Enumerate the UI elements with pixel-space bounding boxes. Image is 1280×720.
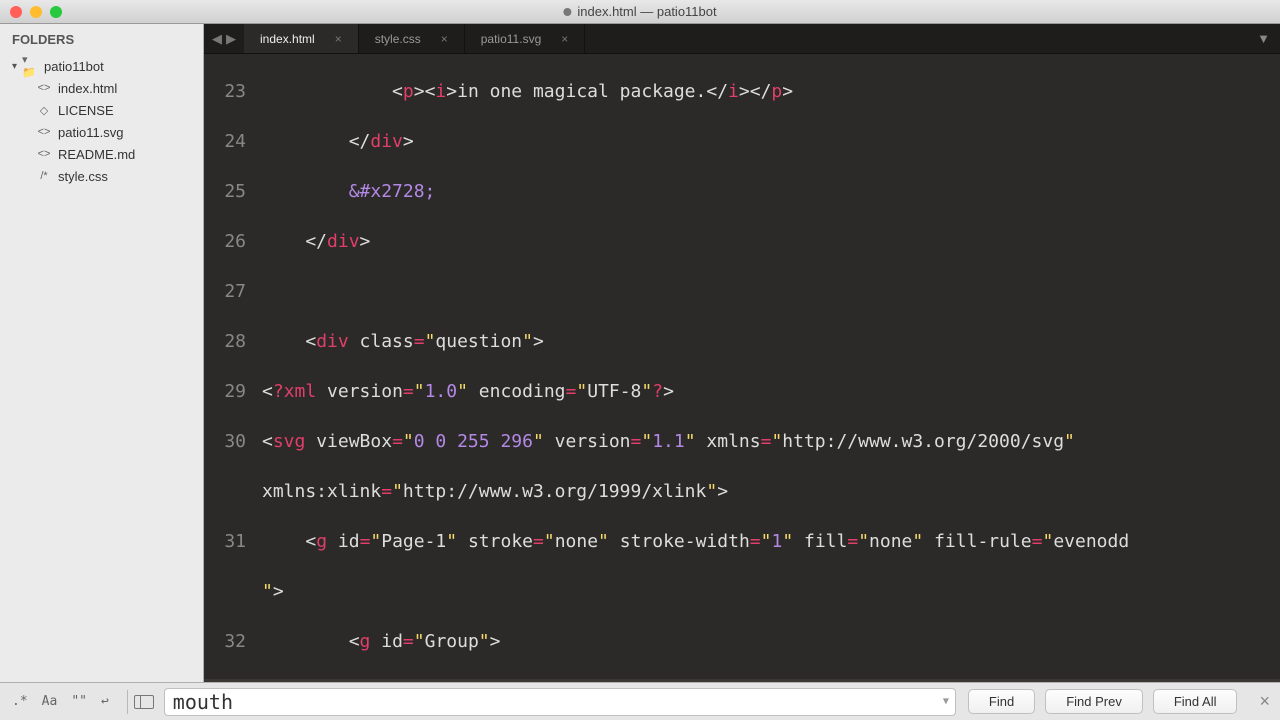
file-item[interactable]: /*style.css (0, 165, 203, 187)
folder-icon: ▾📁 (22, 53, 38, 79)
file-icon: <> (36, 148, 52, 160)
tab-style-css[interactable]: style.css× (359, 24, 465, 53)
code-content[interactable]: 23 <p><i>in one magical package.</i></p>… (204, 54, 1280, 682)
line-number: 32 (204, 629, 258, 654)
minimize-window-button[interactable] (30, 6, 42, 18)
find-buttons: Find Find Prev Find All (956, 689, 1250, 714)
file-item[interactable]: <>README.md (0, 143, 203, 165)
file-icon: <> (36, 126, 52, 138)
dirty-indicator-icon (563, 8, 571, 16)
file-item[interactable]: ◇LICENSE (0, 99, 203, 121)
line-number: 28 (204, 329, 258, 354)
editor-pane: ◀ ▶ index.html× style.css× patio11.svg× … (204, 24, 1280, 682)
file-tree: ▾ ▾📁 patio11bot <>index.html ◇LICENSE <>… (0, 55, 203, 682)
file-item[interactable]: <>index.html (0, 77, 203, 99)
tab-history-nav: ◀ ▶ (204, 24, 244, 53)
divider (127, 690, 128, 714)
line-number: 30 (204, 429, 258, 454)
find-button[interactable]: Find (968, 689, 1035, 714)
find-all-button[interactable]: Find All (1153, 689, 1238, 714)
disclosure-arrow-icon[interactable]: ▾ (12, 61, 22, 72)
tab-overflow-icon[interactable]: ▼ (1247, 24, 1280, 53)
folders-header: FOLDERS (0, 24, 203, 55)
editor-window: index.html — patio11bot FOLDERS ▾ ▾📁 pat… (0, 0, 1280, 720)
zoom-window-button[interactable] (50, 6, 62, 18)
window-title: index.html — patio11bot (563, 4, 716, 19)
close-window-button[interactable] (10, 6, 22, 18)
close-tab-icon[interactable]: × (335, 32, 342, 46)
line-number: 23 (204, 79, 258, 104)
file-icon: /* (36, 170, 52, 182)
main-area: FOLDERS ▾ ▾📁 patio11bot <>index.html ◇LI… (0, 24, 1280, 682)
close-find-icon[interactable]: × (1249, 691, 1280, 712)
line-number: 31 (204, 529, 258, 554)
tabbar: ◀ ▶ index.html× style.css× patio11.svg× … (204, 24, 1280, 54)
panel-toggle-icon[interactable] (134, 695, 154, 709)
tab-patio11-svg[interactable]: patio11.svg× (465, 24, 586, 53)
close-tab-icon[interactable]: × (561, 32, 568, 46)
find-bar: .* Aa "" ↩ mouth ▼ Find Find Prev Find A… (0, 682, 1280, 720)
wrap-toggle[interactable]: ↩ (101, 694, 109, 709)
close-tab-icon[interactable]: × (441, 32, 448, 46)
line-number: 25 (204, 179, 258, 204)
tab-index-html[interactable]: index.html× (244, 24, 359, 53)
folder-item[interactable]: ▾ ▾📁 patio11bot (0, 55, 203, 77)
line-number: 27 (204, 279, 258, 304)
code-area[interactable]: 23 <p><i>in one magical package.</i></p>… (204, 54, 1280, 682)
line-number (204, 479, 258, 504)
file-item[interactable]: <>patio11.svg (0, 121, 203, 143)
find-options: .* Aa "" ↩ (0, 694, 121, 709)
regex-toggle[interactable]: .* (12, 694, 28, 709)
line-number: 24 (204, 129, 258, 154)
nav-forward-icon[interactable]: ▶ (226, 31, 236, 47)
line-number: 29 (204, 379, 258, 404)
find-prev-button[interactable]: Find Prev (1045, 689, 1143, 714)
traffic-lights (0, 6, 62, 18)
find-input[interactable]: mouth ▼ (164, 688, 956, 716)
find-history-dropdown-icon[interactable]: ▼ (943, 696, 949, 707)
line-number: 26 (204, 229, 258, 254)
sidebar: FOLDERS ▾ ▾📁 patio11bot <>index.html ◇LI… (0, 24, 204, 682)
nav-back-icon[interactable]: ◀ (212, 31, 222, 47)
titlebar: index.html — patio11bot (0, 0, 1280, 24)
whole-word-toggle[interactable]: "" (71, 694, 87, 709)
file-icon: <> (36, 82, 52, 94)
case-sensitive-toggle[interactable]: Aa (42, 694, 58, 709)
file-icon: ◇ (36, 104, 52, 117)
line-number (204, 579, 258, 604)
